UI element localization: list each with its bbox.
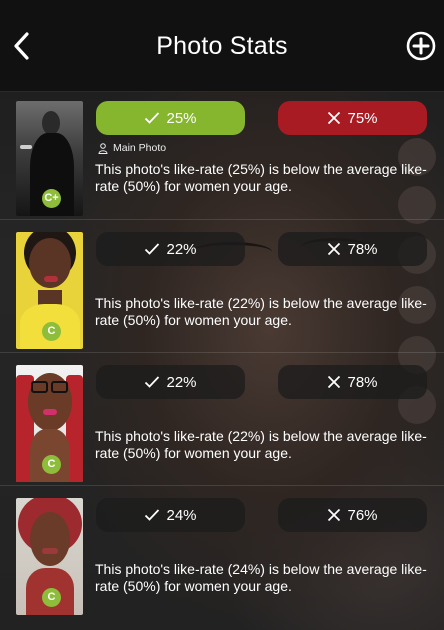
dislike-rate-button[interactable]: 75%: [278, 101, 427, 135]
like-rate-value: 22%: [166, 240, 197, 258]
grade-badge: C+: [42, 189, 61, 208]
x-icon: [327, 508, 341, 522]
like-rate-value: 24%: [166, 506, 197, 524]
x-icon: [327, 375, 341, 389]
dislike-rate-value: 78%: [347, 373, 378, 391]
like-rate-value: 22%: [166, 373, 197, 391]
main-photo-label: Main Photo: [113, 142, 167, 154]
dislike-rate-value: 76%: [347, 506, 378, 524]
page-title: Photo Stats: [156, 32, 288, 60]
photo-stat-row: C 22% 78% This photo's like-rate (22%) i…: [0, 219, 444, 352]
photo-stats-list: C+ 25% 75% Main Photo This photo's like-…: [0, 92, 444, 618]
like-rate-button[interactable]: 25%: [96, 101, 245, 135]
photo-stat-description: This photo's like-rate (22%) is below th…: [95, 295, 427, 328]
like-rate-value: 25%: [166, 109, 197, 127]
x-icon: [327, 111, 341, 125]
photo-thumbnail[interactable]: C: [16, 498, 83, 615]
dislike-rate-value: 75%: [347, 109, 378, 127]
photo-stat-description: This photo's like-rate (25%) is below th…: [95, 161, 427, 194]
photo-thumbnail[interactable]: C+: [16, 101, 83, 216]
dislike-rate-button[interactable]: 78%: [278, 232, 427, 266]
photo-stat-description: This photo's like-rate (24%) is below th…: [95, 561, 427, 594]
check-icon: [144, 111, 160, 125]
check-icon: [144, 375, 160, 389]
like-rate-button[interactable]: 24%: [96, 498, 245, 532]
like-rate-button[interactable]: 22%: [96, 232, 245, 266]
dislike-rate-button[interactable]: 78%: [278, 365, 427, 399]
photo-stat-row: C 24% 76% This photo's like-rate (24%) i…: [0, 485, 444, 618]
check-icon: [144, 242, 160, 256]
photo-thumbnail[interactable]: C: [16, 232, 83, 349]
photo-stat-description: This photo's like-rate (22%) is below th…: [95, 428, 427, 461]
like-rate-button[interactable]: 22%: [96, 365, 245, 399]
grade-badge: C: [42, 455, 61, 474]
dislike-rate-button[interactable]: 76%: [278, 498, 427, 532]
dislike-rate-value: 78%: [347, 240, 378, 258]
photo-stat-row: C+ 25% 75% Main Photo This photo's like-…: [0, 92, 444, 219]
grade-badge: C: [42, 322, 61, 341]
add-photo-button[interactable]: [406, 31, 436, 61]
photo-thumbnail[interactable]: C: [16, 365, 83, 482]
app-header: Photo Stats: [0, 0, 444, 92]
grade-badge: C: [42, 588, 61, 607]
check-icon: [144, 508, 160, 522]
x-icon: [327, 242, 341, 256]
photo-stat-row: C 22% 78% This photo's like-rate (22%) i…: [0, 352, 444, 485]
main-photo-tag: Main Photo: [98, 142, 166, 154]
person-icon: [98, 142, 108, 154]
plus-circle-icon: [406, 31, 436, 61]
